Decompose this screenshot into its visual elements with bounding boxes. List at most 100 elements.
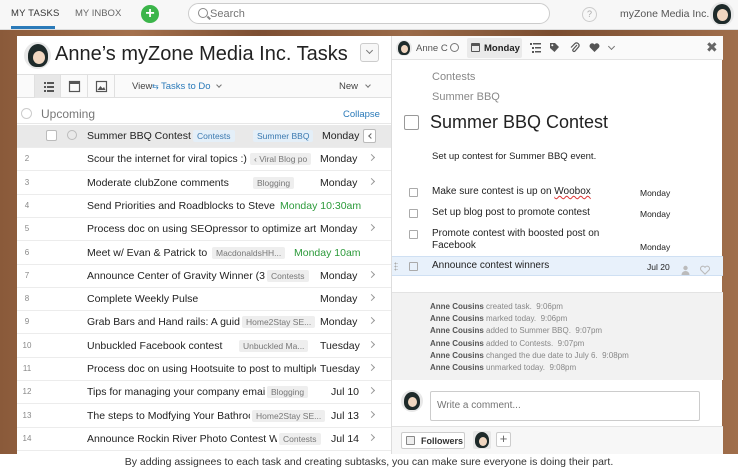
task-row[interactable]: 13 The steps to Modfying Your Bathroom Hom… [17,405,391,428]
task-due-date[interactable]: Tuesday [320,363,360,375]
close-icon[interactable]: ✖ [706,39,718,56]
activity-author[interactable]: Anne Cousins [430,302,484,311]
task-due-date[interactable]: Monday [320,223,357,235]
task-due-date[interactable]: Jul 14 [331,433,359,445]
task-due-date[interactable]: Monday [320,293,357,305]
task-row[interactable]: 11 Process doc on using Hootsuite to post… [17,358,391,381]
calendar-view-button[interactable] [61,75,88,98]
task-row[interactable]: 3 Moderate clubZone comments Blogging Monda… [17,172,391,195]
chevron-right-icon[interactable] [367,433,376,441]
task-tag[interactable]: Home2Stay SE... [242,316,316,329]
list-view-button[interactable] [34,75,61,98]
task-due-date[interactable]: Monday [322,130,359,142]
task-tag[interactable]: Home2Stay SE... [252,409,326,422]
tab-my-tasks[interactable]: MY TASKS [11,8,60,19]
task-title[interactable]: Process doc on using Hootsuite to post t… [87,363,316,375]
activity-author[interactable]: Anne Cousins [430,339,484,348]
task-title[interactable]: Summer BBQ Contest [87,130,191,142]
task-tag[interactable]: MacdonaldsHH... [212,246,286,259]
task-due-date[interactable]: Tuesday [320,340,360,352]
task-title[interactable]: Send Priorities and Roadblocks to Steve [87,200,276,212]
heart-icon[interactable] [699,262,711,275]
activity-author[interactable]: Anne Cousins [430,351,484,360]
subtask-checkbox[interactable] [409,188,418,197]
subtask-icon[interactable] [530,42,541,53]
task-title[interactable]: Complete Weekly Pulse [87,293,316,305]
task-title[interactable]: Scour the internet for viral topics :) [87,153,248,165]
task-title[interactable]: Meet w/ Evan & Patrick to discuss [87,247,210,259]
task-title[interactable]: Grab Bars and Hand rails: A guide [87,316,240,328]
task-assignee-circle[interactable] [67,130,77,140]
task-row[interactable]: 14 Announce Rockin River Photo Contest Wi… [17,428,391,451]
remove-assignee-icon[interactable] [450,43,459,52]
chevron-right-icon[interactable] [367,270,376,278]
task-title[interactable]: Unbuckled Facebook contest [87,340,237,352]
task-title[interactable]: Process doc on using SEOpressor to optim… [87,223,316,235]
task-row[interactable]: 8 Complete Weekly Pulse Monday [17,288,391,312]
subtask-checkbox[interactable] [409,230,418,239]
task-title[interactable]: Announce Center of Gravity Winner (30 [87,270,265,282]
task-row[interactable]: 6 Meet w/ Evan & Patrick to discussMacdon… [17,242,391,265]
more-options-chevron-icon[interactable] [607,42,616,51]
follower-avatar[interactable] [473,431,491,449]
task-row[interactable]: 10 Unbuckled Facebook contest Unbuckled Ma… [17,335,391,358]
task-due-date[interactable]: Monday 10am [294,247,361,259]
chevron-right-icon[interactable] [367,317,376,325]
subtask-due-date[interactable]: Monday [640,242,670,252]
subtask-checkbox[interactable] [409,209,418,218]
tab-my-inbox[interactable]: MY INBOX [75,8,121,19]
task-due-date[interactable]: Monday [320,316,357,328]
subtask-title[interactable]: Set up blog post to promote contest [432,207,590,219]
task-tag[interactable]: Blogging [253,176,295,189]
add-task-button[interactable]: + [141,5,159,23]
task-title[interactable]: Moderate clubZone comments [87,177,251,189]
task-due-date[interactable]: Jul 10 [331,386,359,398]
search-bar[interactable] [188,3,550,24]
subtask-row[interactable]: Make sure contest is up on Woobox Monday [392,183,723,203]
subtask-due-date[interactable]: Monday [640,209,670,219]
heart-icon[interactable] [589,42,600,53]
help-button[interactable]: ? [582,7,597,22]
task-tag[interactable]: Blogging [267,386,309,399]
chevron-right-icon[interactable] [367,340,376,348]
task-row[interactable]: 9 Grab Bars and Hand rails: A guide Home2S… [17,311,391,335]
due-date-button[interactable]: Monday [467,38,522,58]
activity-author[interactable]: Anne Cousins [430,326,484,335]
task-tag[interactable]: Contests [193,130,235,142]
files-view-button[interactable] [88,75,115,98]
subtask-title[interactable]: Make sure contest is up on Woobox [432,186,591,198]
chevron-right-icon[interactable] [367,410,376,418]
subtask-row[interactable]: Set up blog post to promote contest Monda… [392,204,723,224]
activity-author[interactable]: Anne Cousins [430,314,484,323]
subtask-row[interactable]: Announce contest winners Jul 20 [392,256,723,276]
subtask-due-date[interactable]: Jul 20 [647,262,670,272]
task-due-date[interactable]: Monday 10:30am [280,200,361,212]
chevron-right-icon[interactable] [367,387,376,395]
subtask-row[interactable]: Promote contest with boosted post on Fac… [392,225,723,253]
search-input[interactable] [210,6,540,21]
task-title[interactable]: Summer BBQ Contest [430,112,608,133]
subtask-title[interactable]: Promote contest with boosted post on Fac… [432,228,622,252]
comment-input[interactable] [437,400,692,411]
chevron-right-icon[interactable] [367,224,376,232]
chevron-right-icon[interactable] [367,177,376,185]
assignee-name[interactable]: Anne C [416,43,448,54]
collapse-section-link[interactable]: Collapse [343,109,380,120]
task-due-date[interactable]: Monday [320,153,357,165]
task-checkbox[interactable] [46,130,57,141]
chevron-right-icon[interactable] [367,363,376,372]
task-tag[interactable]: Contests [279,432,321,445]
task-row[interactable]: 5 Process doc on using SEOpressor to opti… [17,218,391,242]
new-dropdown-button[interactable]: New [339,81,371,92]
view-filter-dropdown[interactable]: ⇆ Tasks to Do [152,81,223,92]
breadcrumb-project-contests[interactable]: Contests [432,71,475,83]
collapse-detail-button[interactable] [363,129,376,143]
tag-icon[interactable] [549,42,560,53]
drag-handle-icon[interactable] [394,262,398,271]
followers-button[interactable]: Followers [401,432,465,449]
task-due-date[interactable]: Monday [320,270,357,282]
task-title[interactable]: Tips for managing your company email [87,386,265,398]
add-follower-button[interactable]: + [496,432,511,447]
task-due-date[interactable]: Monday [320,177,357,189]
task-tag[interactable]: Unbuckled Ma... [239,339,309,352]
